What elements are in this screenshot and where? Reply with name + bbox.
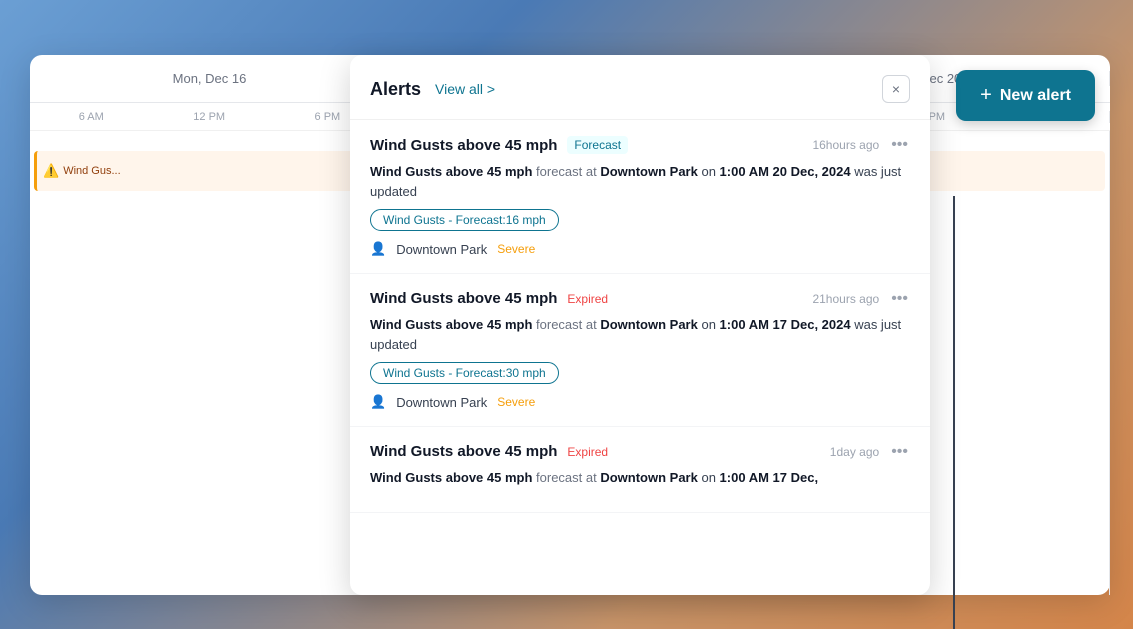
plus-icon: + <box>980 84 992 107</box>
alert-item-1-severity: Severe <box>497 395 535 409</box>
time-label-6pm-mon: 6 PM <box>315 111 341 123</box>
alert-item-2-meta: 1day ago ••• <box>830 444 910 460</box>
alert-item-0-meta: 16hours ago ••• <box>812 137 910 153</box>
alert-item-0-tag: Wind Gusts - Forecast:16 mph <box>370 209 559 231</box>
alert-item-2: Wind Gusts above 45 mph Expired 1day ago… <box>350 427 930 513</box>
alert-item-2-more[interactable]: ••• <box>889 444 910 460</box>
warning-icon-mon: ⚠️ <box>43 163 59 179</box>
new-alert-button[interactable]: + New alert <box>956 70 1095 121</box>
alert-item-2-header: Wind Gusts above 45 mph Expired 1day ago… <box>370 443 910 460</box>
alert-item-1-location: Downtown Park <box>396 395 487 410</box>
alert-item-1-status: Expired <box>567 292 608 306</box>
desc-bold-2-1: Downtown Park <box>600 317 698 332</box>
location-icon-1: 👤 <box>370 394 386 410</box>
desc-on-1: on <box>698 317 720 332</box>
desc-on-2: on <box>698 470 720 485</box>
alert-item-0-location: Downtown Park <box>396 242 487 257</box>
desc-mid-1: forecast at <box>532 317 600 332</box>
desc-bold-2: Downtown Park <box>600 164 698 179</box>
event-block-mon: ⚠️ Wind Gus... <box>34 151 385 191</box>
alert-item-1-more[interactable]: ••• <box>889 291 910 307</box>
view-all-link[interactable]: View all > <box>435 81 495 97</box>
timeline-line <box>953 196 955 629</box>
alert-item-1-description: Wind Gusts above 45 mph forecast at Down… <box>370 315 910 354</box>
alerts-header-left: Alerts View all > <box>370 79 495 100</box>
desc-bold-3-2: 1:00 AM 17 Dec, <box>720 470 819 485</box>
alert-item-0-severity: Severe <box>497 242 535 256</box>
desc-bold-3-1: 1:00 AM 17 Dec, 2024 <box>720 317 851 332</box>
calendar-day-mon: Mon, Dec 16 <box>30 71 390 86</box>
alert-item-0: Wind Gusts above 45 mph Forecast 16hours… <box>350 120 930 274</box>
alert-item-2-time: 1day ago <box>830 445 879 459</box>
alerts-list: Wind Gusts above 45 mph Forecast 16hours… <box>350 120 930 595</box>
alert-item-2-description: Wind Gusts above 45 mph forecast at Down… <box>370 468 910 488</box>
desc-mid-2: forecast at <box>532 470 600 485</box>
alert-item-2-status: Expired <box>567 445 608 459</box>
alerts-panel: Alerts View all > × Wind Gusts above 45 … <box>350 55 930 595</box>
alert-item-0-time: 16hours ago <box>812 138 879 152</box>
alert-item-1-title-group: Wind Gusts above 45 mph Expired <box>370 290 608 307</box>
alerts-panel-header: Alerts View all > × <box>350 55 930 120</box>
alert-item-0-title: Wind Gusts above 45 mph <box>370 137 557 154</box>
location-icon-0: 👤 <box>370 241 386 257</box>
new-alert-label: New alert <box>1000 87 1071 105</box>
desc-bold-1: Wind Gusts above 45 mph <box>370 164 532 179</box>
alert-item-0-header: Wind Gusts above 45 mph Forecast 16hours… <box>370 136 910 154</box>
desc-mid: forecast at <box>532 164 600 179</box>
alert-item-1-header: Wind Gusts above 45 mph Expired 21hours … <box>370 290 910 307</box>
alert-item-2-title: Wind Gusts above 45 mph <box>370 443 557 460</box>
alert-item-0-description: Wind Gusts above 45 mph forecast at Down… <box>370 162 910 201</box>
close-button[interactable]: × <box>882 75 910 103</box>
alert-item-1-tag: Wind Gusts - Forecast:30 mph <box>370 362 559 384</box>
cal-col-mon: ⚠️ Wind Gus... <box>30 131 390 595</box>
alert-item-0-footer: 👤 Downtown Park Severe <box>370 241 910 257</box>
alert-item-1-time: 21hours ago <box>812 292 879 306</box>
alert-item-1-title: Wind Gusts above 45 mph <box>370 290 557 307</box>
time-label-6am-mon: 6 AM <box>79 111 104 123</box>
desc-bold-2-2: Downtown Park <box>600 470 698 485</box>
mon-label: Mon, Dec 16 <box>173 71 247 86</box>
time-label-12pm-mon: 12 PM <box>193 111 225 123</box>
desc-bold-1-1: Wind Gusts above 45 mph <box>370 317 532 332</box>
alert-item-1-footer: 👤 Downtown Park Severe <box>370 394 910 410</box>
alert-item-0-title-group: Wind Gusts above 45 mph Forecast <box>370 136 628 154</box>
alert-item-0-status: Forecast <box>567 136 628 154</box>
alert-item-2-title-group: Wind Gusts above 45 mph Expired <box>370 443 608 460</box>
event-label-mon: Wind Gus... <box>63 165 120 177</box>
time-slot-mon: 6 AM 12 PM 6 PM <box>30 111 390 123</box>
alert-item-0-more[interactable]: ••• <box>889 137 910 153</box>
alert-item-1-meta: 21hours ago ••• <box>812 291 910 307</box>
desc-bold-1-2: Wind Gusts above 45 mph <box>370 470 532 485</box>
alert-item-1: Wind Gusts above 45 mph Expired 21hours … <box>350 274 930 427</box>
alerts-title: Alerts <box>370 79 421 100</box>
desc-bold-3: 1:00 AM 20 Dec, 2024 <box>720 164 851 179</box>
desc-on: on <box>698 164 720 179</box>
